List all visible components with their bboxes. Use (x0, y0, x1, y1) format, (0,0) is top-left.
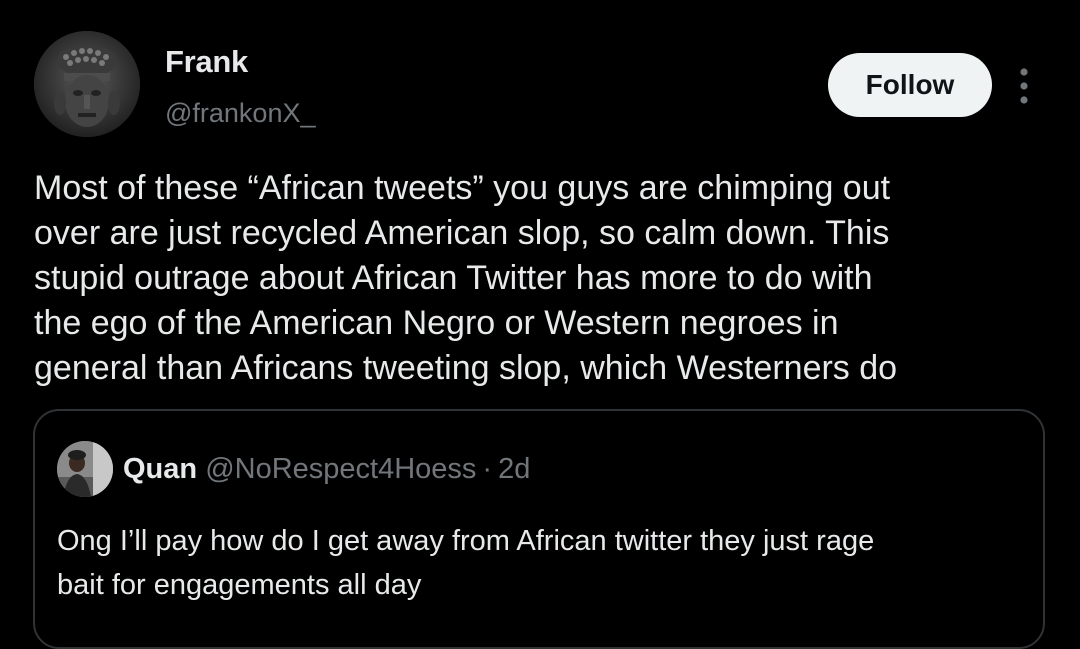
person-avatar-icon (57, 441, 113, 497)
tweet-text-line: over are just recycled American slop, so… (34, 214, 890, 252)
quoted-tweet-card[interactable]: Quan @NoRespect4Hoess · 2d Ong I’ll pay ho… (33, 409, 1045, 649)
tweet-text-line: the ego of the American Negro or Western… (34, 304, 839, 342)
quote-header: Quan @NoRespect4Hoess · 2d (123, 453, 530, 486)
author-avatar[interactable] (34, 31, 140, 137)
quote-text-line: bait for engagements all day (57, 569, 422, 601)
tweet-text-line: general than Africans tweeting slop, whi… (34, 349, 898, 387)
quote-timestamp[interactable]: 2d (498, 453, 530, 485)
more-vertical-icon[interactable] (1010, 66, 1038, 106)
quote-separator: · (482, 453, 493, 485)
tweet-text-line: Most of these “African tweets” you guys … (34, 169, 891, 207)
sculpture-avatar-icon (34, 31, 140, 137)
quote-text: Ong I’ll pay how do I get away from Afri… (57, 519, 1017, 607)
quote-author-handle[interactable]: @NoRespect4Hoess (205, 453, 476, 485)
quote-author-avatar[interactable] (57, 441, 113, 497)
quote-author-display-name[interactable]: Quan (123, 453, 197, 485)
author-handle[interactable]: @frankonX_ (165, 98, 316, 129)
tweet-text: Most of these “African tweets” you guys … (34, 166, 1044, 391)
author-display-name[interactable]: Frank (165, 44, 248, 80)
tweet-text-line: stupid outrage about African Twitter has… (34, 259, 873, 297)
quote-text-line: Ong I’ll pay how do I get away from Afri… (57, 525, 875, 557)
follow-button[interactable]: Follow (828, 53, 992, 117)
